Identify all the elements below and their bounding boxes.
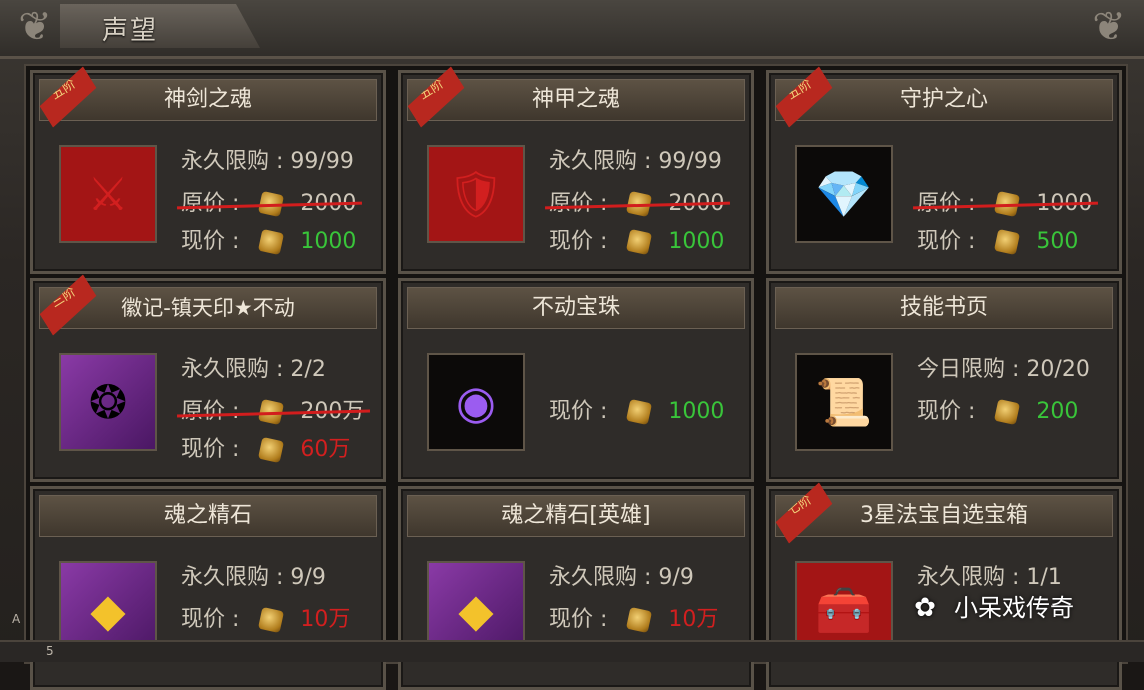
- skill-page-icon[interactable]: 📜: [795, 353, 893, 451]
- current-price-row: 现价 : 1000: [549, 228, 725, 256]
- current-price-row: 现价 : 10万: [181, 606, 351, 634]
- limit-row: 永久限购 : 1/1: [917, 565, 1062, 590]
- gold-ingot-icon: [994, 190, 1021, 218]
- current-price-row: 现价 : 1000: [549, 398, 725, 426]
- purple-orb-icon[interactable]: ◉: [427, 353, 525, 451]
- current-price-row: 现价 : 60万: [181, 436, 351, 464]
- gold-ingot-icon: [258, 436, 285, 464]
- original-price-row: 原价 : 2000: [549, 190, 725, 218]
- shop-grid: 神剑之魂 五阶 ⚔ 永久限购 : 99/99 原价 : 2000 现价 : 10…: [24, 64, 1128, 690]
- current-price-row: 现价 : 10万: [549, 606, 719, 634]
- original-price-row: 原价 : 2000: [181, 190, 357, 218]
- blue-gem-heart-icon[interactable]: 💎: [795, 145, 893, 243]
- armor-soul-icon[interactable]: 🛡: [427, 145, 525, 243]
- current-price-row: 现价 : 200: [917, 398, 1079, 426]
- gold-ingot-icon: [626, 228, 653, 256]
- title-bar: ❦ 声望 ❦: [0, 0, 1144, 59]
- gold-ingot-icon: [626, 606, 653, 634]
- limit-row: 今日限购 : 20/20: [917, 357, 1090, 382]
- gold-ingot-icon: [258, 606, 285, 634]
- watermark: ✿ 小呆戏传奇: [902, 588, 1112, 628]
- gold-ingot-icon: [258, 398, 285, 426]
- card-title: 魂之精石[英雄]: [407, 495, 745, 537]
- wechat-icon: ✿: [914, 593, 936, 623]
- dragon-ornament-left-icon: ❦: [18, 4, 52, 50]
- shop-card[interactable]: 神甲之魂 五阶 🛡 永久限购 : 99/99 原价 : 2000 现价 : 10…: [398, 70, 754, 274]
- gold-ingot-icon: [626, 190, 653, 218]
- sword-soul-icon[interactable]: ⚔: [59, 145, 157, 243]
- shop-card[interactable]: 技能书页 📜 今日限购 : 20/20 现价 : 200: [766, 278, 1122, 482]
- shop-card[interactable]: 不动宝珠 ◉ 现价 : 1000: [398, 278, 754, 482]
- title-tab[interactable]: [60, 4, 260, 48]
- shop-card[interactable]: 神剑之魂 五阶 ⚔ 永久限购 : 99/99 原价 : 2000 现价 : 10…: [30, 70, 386, 274]
- card-title: 技能书页: [775, 287, 1113, 329]
- limit-row: 永久限购 : 9/9: [549, 565, 694, 590]
- watermark-text: 小呆戏传奇: [954, 594, 1074, 622]
- gold-ingot-icon: [258, 190, 285, 218]
- limit-row: 永久限购 : 2/2: [181, 357, 326, 382]
- game-window: ❦ 声望 ❦ 神剑之魂 五阶 ⚔ 永久限购 : 99/99 原价 : 2000 …: [0, 0, 1144, 690]
- limit-row: 永久限购 : 9/9: [181, 565, 326, 590]
- original-price-row: 原价 : 1000: [917, 190, 1093, 218]
- shop-card[interactable]: 徽记-镇天印★不动 三阶 ❂ 永久限购 : 2/2 原价 : 200万 现价 :…: [30, 278, 386, 482]
- emblem-seal-icon[interactable]: ❂: [59, 353, 157, 451]
- original-price-row: 原价 : 200万: [181, 398, 365, 426]
- gold-ingot-icon: [994, 228, 1021, 256]
- current-price-row: 现价 : 1000: [181, 228, 357, 256]
- gold-ingot-icon: [994, 398, 1021, 426]
- card-title: 不动宝珠: [407, 287, 745, 329]
- limit-row: 永久限购 : 99/99: [549, 149, 722, 174]
- card-title: 魂之精石: [39, 495, 377, 537]
- bottom-strip: [0, 640, 1144, 662]
- current-price-row: 现价 : 500: [917, 228, 1079, 256]
- shop-card[interactable]: 守护之心 五阶 💎 原价 : 1000 现价 : 500: [766, 70, 1122, 274]
- side-label: A: [12, 612, 21, 626]
- bottom-label: 5: [46, 644, 54, 658]
- window-title: 声望: [102, 16, 159, 46]
- gold-ingot-icon: [258, 228, 285, 256]
- dragon-ornament-right-icon: ❦: [1092, 4, 1126, 50]
- limit-row: 永久限购 : 99/99: [181, 149, 354, 174]
- gold-ingot-icon: [626, 398, 653, 426]
